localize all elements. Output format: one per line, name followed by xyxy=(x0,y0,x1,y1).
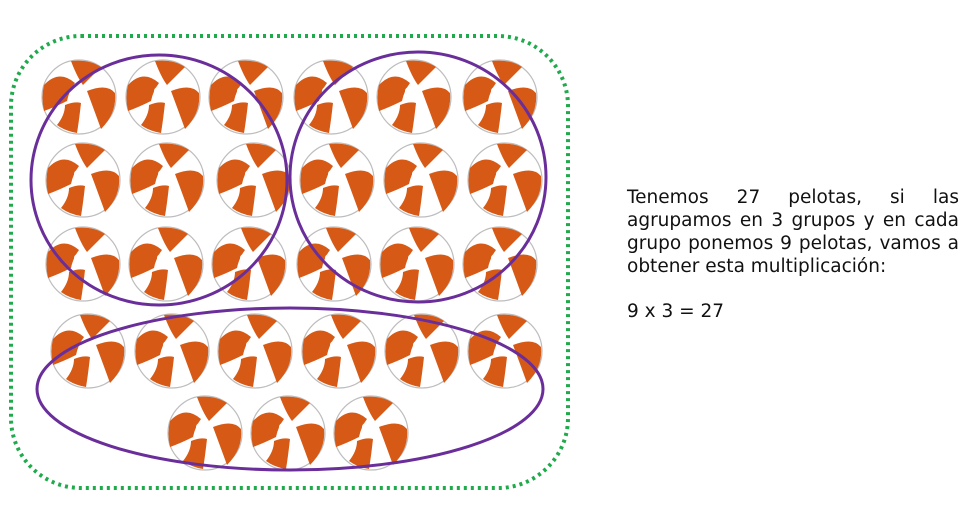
beach-ball-icon xyxy=(45,226,121,302)
beach-ball-icon xyxy=(293,59,369,135)
explanation-text: Tenemos 27 pelotas, si las agrupamos en … xyxy=(627,187,959,277)
beach-ball-icon xyxy=(376,59,452,135)
beach-ball-icon xyxy=(50,313,126,389)
beach-ball-icon xyxy=(462,59,538,135)
beach-ball-icon xyxy=(125,59,201,135)
beach-ball-icon xyxy=(333,395,409,471)
beach-ball-icon xyxy=(467,313,543,389)
beach-ball-icon xyxy=(379,226,455,302)
beach-ball-icon xyxy=(128,226,204,302)
beach-ball-icon xyxy=(383,142,459,218)
beach-ball-icon xyxy=(216,142,292,218)
beach-ball-icon xyxy=(41,59,117,135)
beach-ball-icon xyxy=(167,395,243,471)
beach-ball-icon xyxy=(129,142,205,218)
beach-ball-icon xyxy=(301,313,377,389)
beach-ball-icon xyxy=(134,313,210,389)
balls-layer xyxy=(41,59,543,471)
beach-ball-icon xyxy=(250,395,326,471)
beach-ball-icon xyxy=(217,313,293,389)
beach-ball-icon xyxy=(45,142,121,218)
multiplication-equation: 9 x 3 = 27 xyxy=(627,301,725,322)
beach-ball-icon xyxy=(299,142,375,218)
explanation-panel: Tenemos 27 pelotas, si las agrupamos en … xyxy=(627,186,959,323)
beach-ball-icon xyxy=(467,142,543,218)
